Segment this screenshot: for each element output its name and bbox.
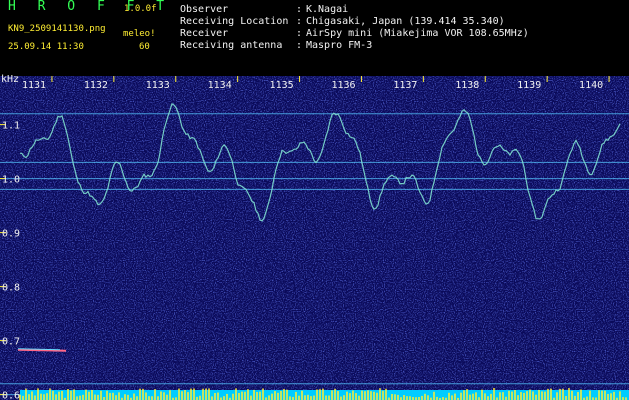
file-name: KN9_2509141130.png	[8, 24, 106, 34]
unit-value: 60	[139, 42, 150, 52]
x-tick-label: 1133	[146, 80, 170, 91]
y-tick-label: 0.9	[2, 229, 20, 240]
app-version: 1.0.0f	[124, 4, 157, 14]
spectrogram-noise	[0, 76, 629, 400]
x-tick-label: 1137	[393, 80, 417, 91]
antenna-colon: :	[296, 40, 303, 51]
y-tick-label: 1.1	[2, 121, 20, 132]
receiver-colon: :	[296, 28, 303, 39]
location-colon: :	[296, 16, 303, 27]
y-tick-label: 0.7	[2, 337, 20, 348]
x-tick-label: 1131	[22, 80, 46, 91]
x-tick-label: 1135	[270, 80, 294, 91]
x-tick-label: 1139	[517, 80, 541, 91]
y-tick-label: 1.0	[2, 175, 20, 186]
observer-colon: :	[296, 4, 303, 15]
y-tick-label: 0.8	[2, 283, 20, 294]
x-tick-label: 1138	[455, 80, 479, 91]
timestamp: 25.09.14 11:30	[8, 42, 84, 52]
x-tick-label: 1136	[331, 80, 355, 91]
location-label: Receiving Location	[180, 16, 289, 27]
receiver-value: AirSpy mini (Miakejima VOR 108.65MHz)	[306, 28, 529, 39]
power-band	[20, 390, 629, 400]
x-tick-label: 1134	[208, 80, 232, 91]
x-tick-label: 1140	[579, 80, 603, 91]
unit-label: meleo!	[123, 29, 156, 39]
spectrogram-plot: 1.1 1.0 0.9 0.8 0.7 0.6 1131 1132 1133 1134 1135 11…	[0, 76, 629, 400]
x-tick-label: 1132	[84, 80, 108, 91]
receiver-label: Receiver	[180, 28, 229, 39]
header-panel: H R O F F T 1.0.0f KN9_2509141130.png 25…	[0, 0, 629, 76]
observer-label: Observer	[180, 4, 229, 15]
observer-value: K.Nagai	[306, 4, 349, 15]
antenna-value: Maspro FM-3	[306, 40, 373, 51]
y-tick-label: 0.6	[2, 391, 20, 400]
location-value: Chigasaki, Japan (139.414 35.340)	[306, 16, 505, 27]
y-axis-unit: kHz	[1, 74, 20, 85]
antenna-label: Receiving antenna	[180, 40, 283, 51]
